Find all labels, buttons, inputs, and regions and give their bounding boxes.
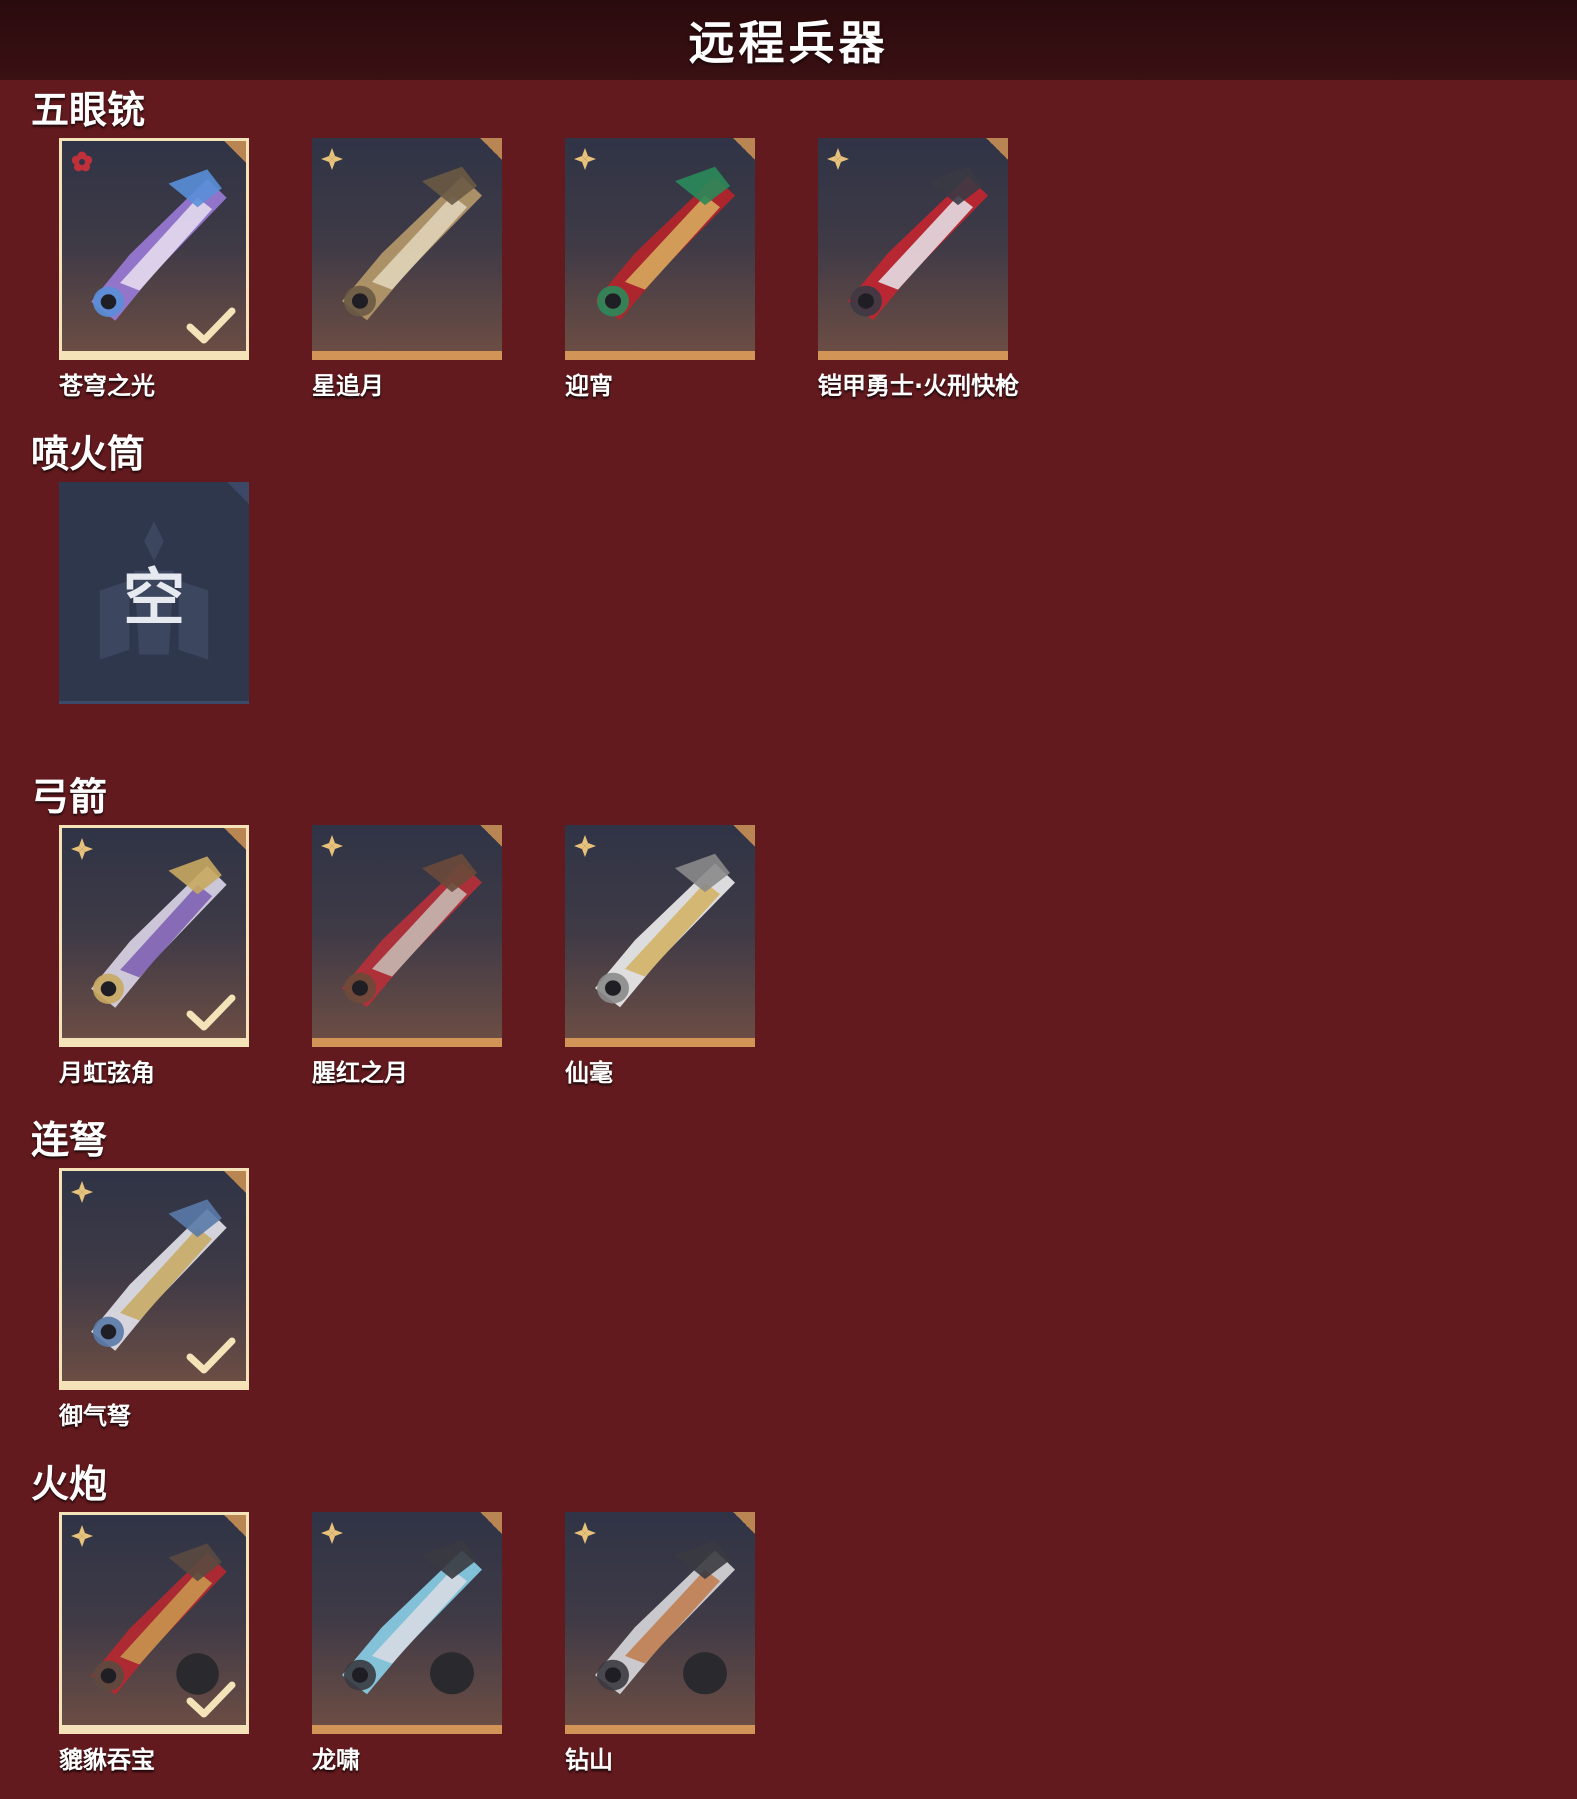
- weapon-card[interactable]: [59, 1512, 249, 1734]
- weapon-name: 迎宵: [565, 372, 613, 400]
- section-title: 弓箭: [31, 775, 108, 819]
- gold-star-icon: [71, 1525, 93, 1547]
- red-flower-icon: [71, 151, 93, 172]
- weapon-name: 星追月: [312, 372, 384, 400]
- page-title: 远程兵器: [688, 16, 889, 70]
- card-corner-tab: [480, 1512, 502, 1534]
- gold-star-icon: [574, 835, 596, 857]
- gold-star-icon: [321, 1522, 343, 1544]
- weapon-card[interactable]: [59, 1168, 249, 1390]
- gold-star-icon: [321, 835, 343, 857]
- weapon-name: 龙啸: [312, 1746, 360, 1774]
- section-title: 火炮: [31, 1462, 108, 1506]
- card-corner-tab: [224, 141, 246, 163]
- section-title: 连弩: [31, 1118, 108, 1162]
- card-corner-tab: [480, 825, 502, 847]
- empty-slot-text: 空: [122, 560, 185, 634]
- card-corner-tab: [733, 138, 755, 160]
- card-corner-tab: [224, 1171, 246, 1193]
- weapon-name: 月虹弦角: [59, 1059, 155, 1087]
- gold-star-icon: [827, 148, 849, 170]
- weapon-name: 仙毫: [565, 1059, 613, 1087]
- weapon-card[interactable]: [818, 138, 1008, 360]
- weapon-card[interactable]: [59, 825, 249, 1047]
- weapon-card[interactable]: [312, 138, 502, 360]
- weapon-name: 腥红之月: [312, 1059, 408, 1087]
- weapon-item[interactable]: 苍穹之光: [59, 138, 255, 400]
- page-header: 远程兵器: [0, 0, 1577, 80]
- card-corner-tab: [227, 482, 249, 504]
- card-corner-tab: [224, 1515, 246, 1537]
- weapon-item[interactable]: 龙啸: [312, 1512, 508, 1774]
- weapon-item[interactable]: 御气弩: [59, 1168, 255, 1430]
- equipped-check-icon: [186, 994, 236, 1031]
- weapon-item[interactable]: 铠甲勇士·火刑快枪: [818, 138, 1019, 400]
- weapon-item[interactable]: 月虹弦角: [59, 825, 255, 1087]
- weapon-item[interactable]: 迎宵: [565, 138, 761, 400]
- weapon-card[interactable]: [312, 825, 502, 1047]
- weapon-name: 苍穹之光: [59, 372, 155, 400]
- gold-star-icon: [71, 1181, 93, 1203]
- card-corner-tab: [986, 138, 1008, 160]
- equipped-check-icon: [186, 1681, 236, 1718]
- weapon-item[interactable]: 貔貅吞宝: [59, 1512, 255, 1774]
- empty-slot-card[interactable]: 空: [59, 482, 249, 704]
- card-corner-tab: [733, 1512, 755, 1534]
- gold-star-icon: [321, 148, 343, 170]
- card-corner-tab: [733, 825, 755, 847]
- weapon-card[interactable]: [565, 825, 755, 1047]
- weapon-card[interactable]: [565, 1512, 755, 1734]
- equipped-check-icon: [186, 1337, 236, 1374]
- weapon-item[interactable]: 仙毫: [565, 825, 761, 1087]
- weapon-card[interactable]: [312, 1512, 502, 1734]
- weapon-item[interactable]: 钻山: [565, 1512, 761, 1774]
- empty-weapon-slot[interactable]: 空: [59, 482, 255, 704]
- section-title: 五眼铳: [31, 88, 146, 132]
- weapon-name: 铠甲勇士·火刑快枪: [818, 372, 1020, 400]
- card-corner-tab: [224, 828, 246, 850]
- section-title: 喷火筒: [31, 432, 146, 476]
- weapon-name: 钻山: [565, 1746, 613, 1774]
- gold-star-icon: [574, 1522, 596, 1544]
- equipped-check-icon: [186, 307, 236, 344]
- card-corner-tab: [480, 138, 502, 160]
- weapon-name: 御气弩: [59, 1402, 131, 1430]
- gold-star-icon: [574, 148, 596, 170]
- weapon-item[interactable]: 腥红之月: [312, 825, 508, 1087]
- weapon-card[interactable]: [59, 138, 249, 360]
- weapon-name: 貔貅吞宝: [59, 1746, 155, 1774]
- weapon-item[interactable]: 星追月: [312, 138, 508, 400]
- weapon-card[interactable]: [565, 138, 755, 360]
- gold-star-icon: [71, 838, 93, 860]
